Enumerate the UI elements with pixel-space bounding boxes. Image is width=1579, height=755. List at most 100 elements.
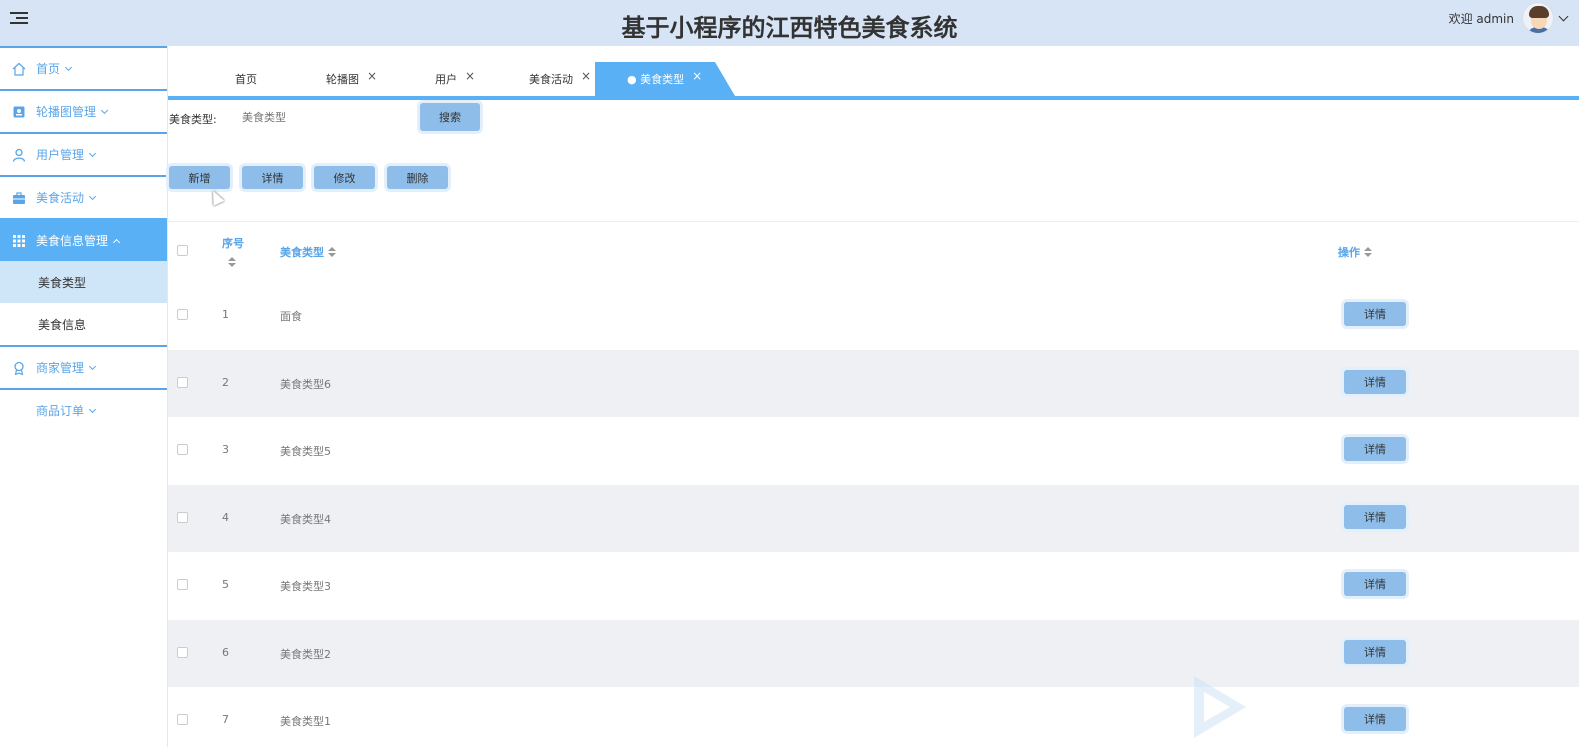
sidebar-item-merchants[interactable]: 商家管理 bbox=[0, 345, 167, 388]
table-row: 7 美食类型1 详情 bbox=[168, 687, 1579, 755]
row-index: 6 bbox=[222, 645, 229, 659]
tab-label: 首页 bbox=[235, 73, 257, 86]
chevron-down-icon[interactable] bbox=[1558, 11, 1569, 21]
chevron-down-icon bbox=[88, 405, 97, 413]
row-index: 3 bbox=[222, 443, 229, 456]
column-header-ops[interactable]: 操作 bbox=[1338, 244, 1372, 260]
close-icon[interactable]: × bbox=[692, 69, 702, 83]
row-food-type: 面食 bbox=[280, 310, 302, 323]
tab-food-type[interactable]: ● 美食类型 × bbox=[595, 62, 735, 96]
app-title: 基于小程序的江西特色美食系统 bbox=[621, 14, 958, 42]
table-row: 3 美食类型5 详情 bbox=[168, 417, 1579, 485]
sidebar-item-label: 美食信息管理 bbox=[36, 234, 109, 248]
row-checkbox[interactable] bbox=[177, 309, 188, 320]
row-detail-button[interactable]: 详情 bbox=[1344, 302, 1406, 326]
sidebar-item-food-info[interactable]: 美食信息管理 bbox=[0, 218, 167, 261]
chevron-down-icon bbox=[88, 149, 97, 157]
row-index: 5 bbox=[222, 578, 229, 591]
row-food-type: 美食类型5 bbox=[280, 445, 331, 458]
table-row: 6 美食类型2 详情 bbox=[168, 619, 1579, 687]
column-label: 序号 bbox=[222, 237, 244, 250]
search-input[interactable] bbox=[236, 105, 406, 131]
sort-icon[interactable] bbox=[228, 257, 236, 267]
table-row: 4 美食类型4 详情 bbox=[168, 484, 1579, 552]
chevron-down-icon bbox=[64, 63, 73, 71]
close-icon[interactable]: × bbox=[581, 69, 591, 83]
tab-carousel[interactable]: 轮播图 × bbox=[326, 62, 377, 96]
row-checkbox[interactable] bbox=[177, 444, 188, 455]
row-checkbox[interactable] bbox=[177, 579, 188, 590]
sidebar-subitem-food-type[interactable]: 美食类型 bbox=[0, 261, 167, 303]
tab-users[interactable]: 用户 × bbox=[435, 62, 475, 96]
table-row: 2 美食类型6 详情 bbox=[168, 349, 1579, 417]
top-header: 基于小程序的江西特色美食系统 欢迎 admin bbox=[0, 0, 1579, 46]
user-menu[interactable]: 欢迎 admin bbox=[1448, 2, 1569, 34]
sidebar-item-label: 商品订单 bbox=[36, 404, 85, 418]
tab-label: 轮播图 bbox=[326, 73, 359, 86]
search-button[interactable]: 搜索 bbox=[420, 103, 480, 131]
row-detail-button[interactable]: 详情 bbox=[1344, 707, 1406, 731]
sidebar-item-label: 美食活动 bbox=[36, 191, 85, 205]
row-food-type: 美食类型1 bbox=[280, 715, 331, 728]
mouse-cursor-icon bbox=[207, 188, 225, 206]
add-button[interactable]: 新增 bbox=[169, 166, 230, 189]
row-detail-button[interactable]: 详情 bbox=[1344, 369, 1406, 394]
table-header: 序号 美食类型 操作 bbox=[168, 222, 1579, 282]
row-food-type: 美食类型2 bbox=[280, 647, 331, 661]
delete-button[interactable]: 删除 bbox=[387, 166, 448, 189]
sidebar-item-home[interactable]: 首页 bbox=[0, 46, 167, 89]
row-food-type: 美食类型4 bbox=[280, 512, 331, 526]
tab-home[interactable]: 首页 bbox=[235, 62, 257, 96]
grid-icon bbox=[12, 234, 26, 248]
close-icon[interactable]: × bbox=[465, 69, 475, 83]
sidebar-subitem-food-info[interactable]: 美食信息 bbox=[0, 303, 167, 345]
row-detail-button[interactable]: 详情 bbox=[1344, 437, 1406, 461]
row-food-type: 美食类型3 bbox=[280, 580, 331, 593]
row-detail-button[interactable]: 详情 bbox=[1344, 504, 1406, 529]
play-watermark-icon bbox=[1194, 676, 1246, 738]
row-index: 4 bbox=[222, 510, 229, 524]
close-icon[interactable]: × bbox=[367, 69, 377, 83]
avatar[interactable] bbox=[1522, 2, 1554, 34]
sidebar-item-users[interactable]: 用户管理 bbox=[0, 132, 167, 175]
row-food-type: 美食类型6 bbox=[280, 377, 331, 391]
table-body: 1 面食 详情 2 美食类型6 详情 3 美食类型5 详情 4 美食类型4 详情… bbox=[168, 282, 1579, 755]
sidebar-item-activities[interactable]: 美食活动 bbox=[0, 175, 167, 218]
sidebar: 首页 轮播图管理 用户管理 美食活动 美食信息管理 美食类型 美食信息 商家管理… bbox=[0, 46, 168, 747]
briefcase-icon bbox=[12, 191, 26, 205]
row-index: 2 bbox=[222, 375, 229, 389]
column-header-type[interactable]: 美食类型 bbox=[280, 244, 336, 260]
welcome-text: 欢迎 admin bbox=[1448, 11, 1514, 26]
sort-icon[interactable] bbox=[1364, 247, 1372, 257]
carousel-icon bbox=[12, 105, 26, 119]
row-index: 7 bbox=[222, 713, 229, 726]
sort-icon[interactable] bbox=[328, 247, 336, 257]
tab-activities[interactable]: 美食活动 × bbox=[529, 62, 591, 96]
sidebar-item-orders[interactable]: 商品订单 bbox=[0, 388, 167, 431]
row-checkbox[interactable] bbox=[177, 714, 188, 725]
table-row: 1 面食 详情 bbox=[168, 282, 1579, 350]
row-checkbox[interactable] bbox=[177, 646, 188, 658]
user-icon bbox=[12, 148, 26, 162]
home-icon bbox=[12, 62, 26, 76]
sidebar-item-label: 首页 bbox=[36, 62, 61, 76]
row-checkbox[interactable] bbox=[177, 511, 188, 523]
edit-button[interactable]: 修改 bbox=[314, 166, 375, 189]
row-detail-button[interactable]: 详情 bbox=[1344, 572, 1406, 596]
chevron-down-icon bbox=[88, 192, 97, 200]
row-checkbox[interactable] bbox=[177, 376, 188, 388]
detail-button[interactable]: 详情 bbox=[242, 166, 303, 189]
sidebar-item-label: 商家管理 bbox=[36, 361, 85, 375]
chevron-down-icon bbox=[88, 362, 97, 370]
chevron-up-icon bbox=[112, 238, 121, 246]
row-detail-button[interactable]: 详情 bbox=[1344, 639, 1406, 664]
tab-underline bbox=[168, 96, 1579, 100]
tab-bar: 首页 轮播图 × 用户 × 美食活动 × ● 美食类型 × bbox=[168, 62, 1579, 98]
column-header-index[interactable]: 序号 bbox=[222, 235, 244, 267]
sidebar-item-carousel[interactable]: 轮播图管理 bbox=[0, 89, 167, 132]
table-row: 5 美食类型3 详情 bbox=[168, 552, 1579, 620]
tab-label: ● 美食类型 bbox=[627, 73, 685, 86]
column-label: 操作 bbox=[1338, 246, 1360, 259]
tab-label: 美食活动 bbox=[529, 73, 573, 86]
select-all-checkbox[interactable] bbox=[177, 245, 188, 256]
